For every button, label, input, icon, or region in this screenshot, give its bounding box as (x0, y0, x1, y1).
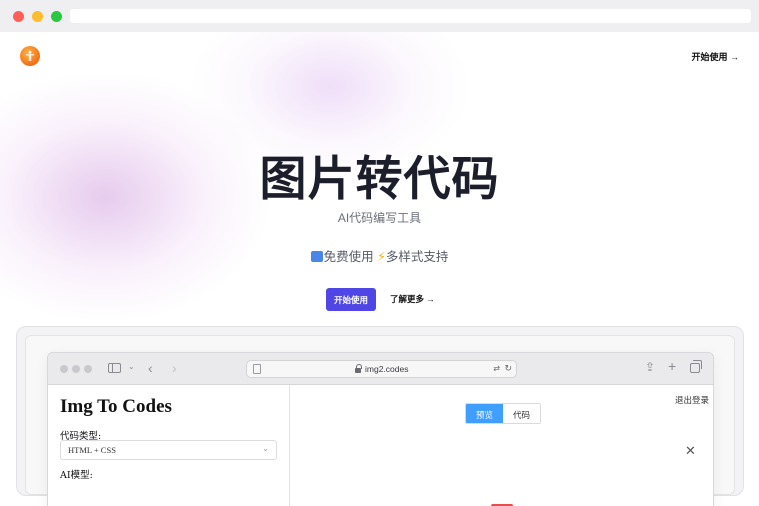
view-toggle: 预览 代码 (465, 403, 541, 424)
reload-icon: ↻ (504, 363, 512, 373)
app-preview-panel: 退出登录 预览 代码 ✕ (291, 385, 713, 506)
showcase-browser-window: ⌄ ‹ › img2.codes ⇄ ↻ ⇪ + Img To Codes 代码… (47, 352, 714, 506)
lightning-icon: ⚡ (377, 250, 386, 264)
showcase-browser-toolbar: ⌄ ‹ › img2.codes ⇄ ↻ ⇪ + (48, 353, 713, 385)
showcase-url-bar: img2.codes ⇄ ↻ (246, 360, 517, 378)
page-icon (253, 364, 261, 374)
new-tab-icon: + (668, 358, 677, 374)
lock-icon (355, 364, 362, 373)
showcase-url-text: img2.codes (365, 364, 409, 374)
window-dot (72, 365, 80, 373)
nav-start-link[interactable]: 开始使用 → (691, 50, 739, 63)
forward-arrow-icon: › (172, 360, 177, 376)
start-button[interactable]: 开始使用 (326, 288, 376, 311)
chevron-down-icon: ⌄ (262, 444, 269, 453)
browser-chrome (0, 0, 759, 32)
hero-title: 图片转代码 (259, 152, 500, 207)
maximize-window-button[interactable] (51, 11, 62, 22)
model-label: AI模型: (60, 470, 93, 481)
feature-styles: 多样式支持 (385, 250, 449, 264)
tabs-overview-icon (690, 360, 702, 373)
chevron-down-icon: ⌄ (128, 362, 135, 371)
back-arrow-icon: ‹ (148, 360, 153, 376)
feature-free: 免费使用 (323, 250, 374, 264)
app-settings-panel: Img To Codes 代码类型: HTML + CSS ⌄ AI模型: (48, 385, 290, 506)
minimize-window-button[interactable] (32, 11, 43, 22)
hero-subtitle: AI代码编写工具 (337, 211, 422, 225)
tab-code: 代码 (503, 404, 540, 423)
close-icon: ✕ (685, 443, 696, 458)
orange-person-logo-icon[interactable] (20, 46, 40, 66)
address-bar[interactable] (70, 9, 751, 23)
learn-more-link[interactable]: 了解更多 → (390, 293, 435, 305)
app-title: Img To Codes (60, 396, 172, 417)
close-window-button[interactable] (13, 11, 24, 22)
logout-link: 退出登录 (674, 395, 709, 405)
window-dot (60, 365, 68, 373)
hero-features: 免费使用 ⚡多样式支持 (0, 246, 759, 265)
code-type-value: HTML + CSS (68, 445, 116, 455)
sidebar-toggle-icon (108, 363, 121, 373)
window-dot (84, 365, 92, 373)
share-icon: ⇪ (645, 360, 656, 374)
new-badge-icon (310, 251, 323, 262)
translate-icon: ⇄ (493, 364, 500, 373)
code-type-select: HTML + CSS ⌄ (60, 440, 277, 460)
tab-preview: 预览 (466, 404, 503, 423)
